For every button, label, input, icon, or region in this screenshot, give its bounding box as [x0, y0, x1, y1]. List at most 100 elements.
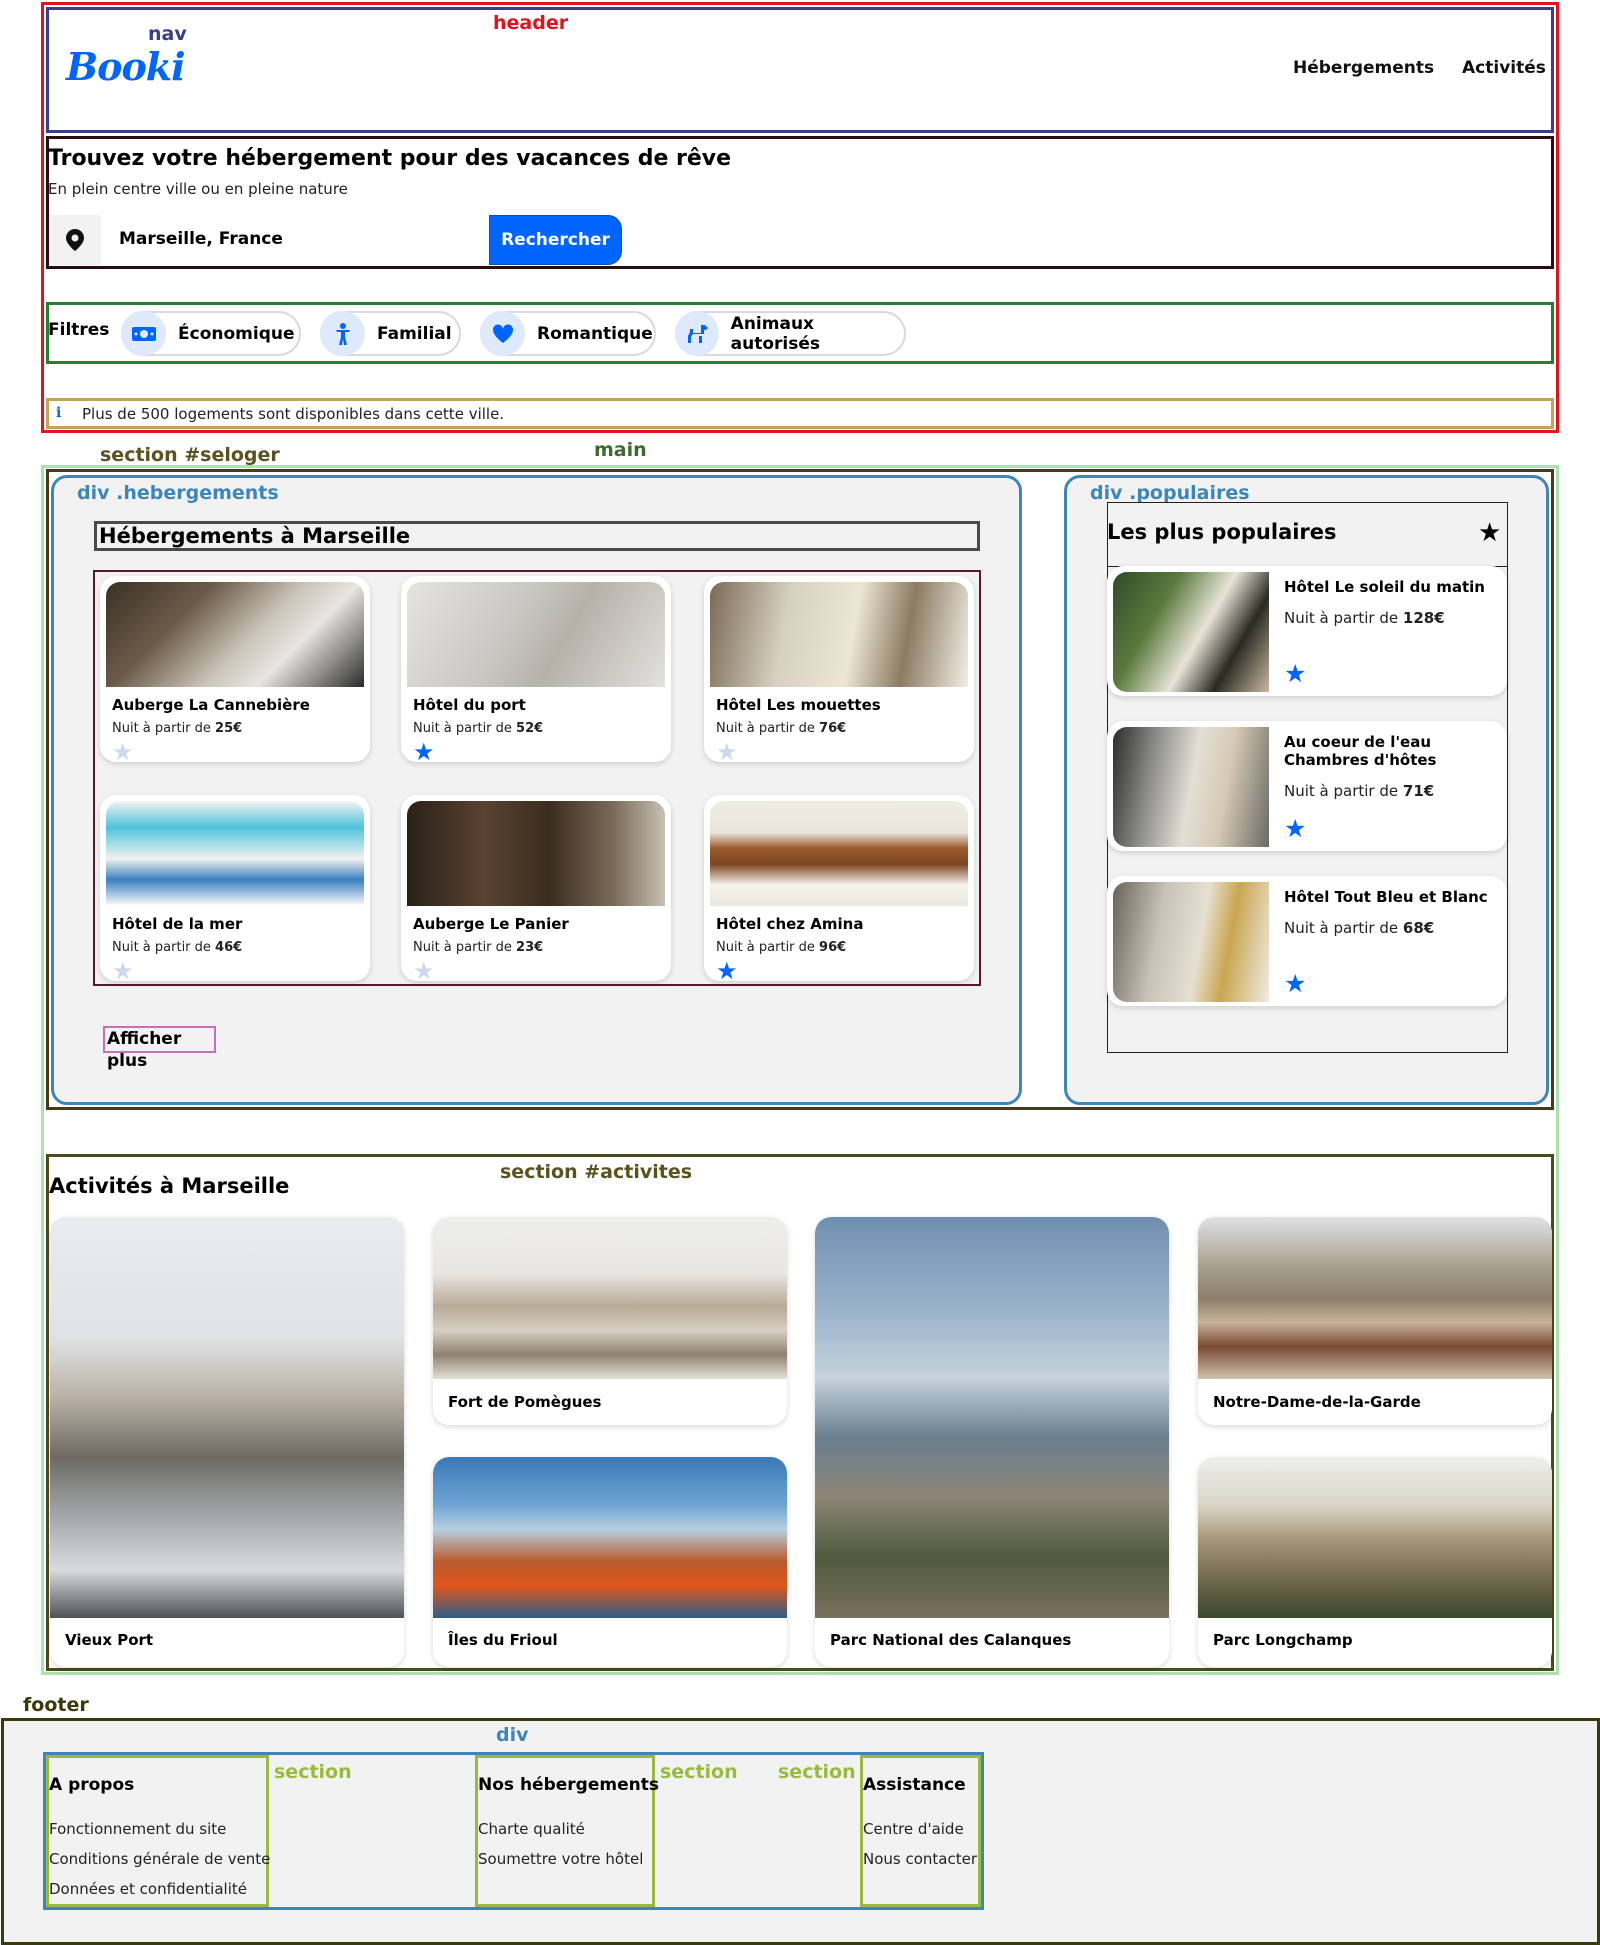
search-input-value[interactable]: Marseille, France [119, 229, 283, 249]
populaire-name: Hôtel Tout Bleu et Blanc [1284, 888, 1488, 906]
nav-link-hebergements[interactable]: Hébergements [1293, 58, 1434, 78]
star-icon: ★ [112, 957, 134, 981]
footer-link[interactable]: Charte qualité [478, 1820, 585, 1838]
activite-name: Îles du Frioul [448, 1631, 558, 1649]
hebergement-card[interactable]: Hôtel Les mouettes Nuit à partir de 76€ … [704, 576, 974, 762]
search-button[interactable]: Rechercher [489, 215, 622, 265]
populaire-name: Hôtel Le soleil du matin [1284, 578, 1485, 596]
filter-animaux[interactable]: Animaux autorisés [675, 311, 906, 356]
booki-logo[interactable]: Booki [66, 44, 186, 89]
star-icon: ★ [1284, 814, 1307, 843]
dog-icon [675, 311, 719, 356]
afficher-plus-button[interactable]: Afficher plus [103, 1026, 216, 1071]
hebergement-card[interactable]: Auberge Le Panier Nuit à partir de 23€ ★ [401, 795, 671, 981]
activite-card[interactable]: Îles du Frioul [433, 1457, 787, 1667]
populaires-title: Les plus populaires [1107, 520, 1337, 544]
nav-link-activites[interactable]: Activités [1462, 58, 1546, 78]
hebergement-name: Hôtel de la mer [112, 915, 243, 933]
filter-familial[interactable]: Familial [320, 311, 461, 356]
activite-name: Fort de Pomègues [448, 1393, 602, 1411]
populaire-card[interactable]: Hôtel Le soleil du matin Nuit à partir d… [1107, 566, 1507, 696]
activite-image [1198, 1457, 1552, 1618]
activite-card[interactable]: Fort de Pomègues [433, 1217, 787, 1425]
info-icon: i [56, 405, 62, 421]
star-icon: ★ [112, 738, 134, 762]
populaire-name: Au coeur de l'eau Chambres d'hôtes [1284, 733, 1437, 769]
hebergement-price: Nuit à partir de 25€ [112, 721, 243, 736]
activite-card[interactable]: Parc National des Calanques [815, 1217, 1169, 1667]
star-icon: ★ [716, 957, 738, 981]
populaire-price: Nuit à partir de 128€ [1284, 609, 1445, 627]
activite-image [50, 1217, 404, 1618]
activites-annotation: section #activites [500, 1161, 693, 1183]
star-icon: ★ [413, 738, 435, 762]
activite-image [815, 1217, 1169, 1618]
star-icon: ★ [1478, 518, 1502, 548]
filter-label: Familial [377, 323, 452, 344]
star-icon: ★ [716, 738, 738, 762]
nav-annotation: nav [148, 23, 187, 45]
hebergement-image [710, 801, 968, 906]
filter-label: Animaux autorisés [730, 313, 821, 354]
filter-label: Romantique [537, 323, 653, 344]
hebergement-image [710, 582, 968, 687]
footer-link[interactable]: Soumettre votre hôtel [478, 1850, 643, 1868]
filter-economique[interactable]: Économique [121, 311, 301, 356]
child-icon [320, 311, 365, 356]
filters-label: Filtres [48, 320, 110, 340]
footer-link[interactable]: Données et confidentialité [49, 1880, 247, 1898]
activite-image [433, 1217, 787, 1379]
populaire-image [1113, 572, 1269, 692]
main-annotation: main [594, 439, 647, 461]
filter-romantique[interactable]: Romantique [480, 311, 656, 356]
hebergement-card[interactable]: Hôtel de la mer Nuit à partir de 46€ ★ [100, 795, 370, 981]
footer-section-title: Nos hébergements [478, 1775, 659, 1795]
section-annotation: section [274, 1761, 352, 1783]
activite-card[interactable]: Parc Longchamp [1198, 1457, 1552, 1667]
hebergement-card[interactable]: Hôtel du port Nuit à partir de 52€ ★ [401, 576, 671, 762]
activite-name: Parc National des Calanques [830, 1631, 1072, 1649]
activite-name: Parc Longchamp [1213, 1631, 1353, 1649]
star-icon: ★ [1284, 969, 1307, 998]
footer-section-title: A propos [49, 1775, 135, 1795]
section-annotation: section [778, 1761, 856, 1783]
populaire-image [1113, 882, 1269, 1002]
hebergement-name: Auberge La Cannebière [112, 696, 310, 714]
section-annotation: section [660, 1761, 738, 1783]
info-text: Plus de 500 logements sont disponibles d… [82, 405, 505, 423]
seloger-annotation: section #seloger [100, 444, 280, 466]
populaire-card[interactable]: Hôtel Tout Bleu et Blanc Nuit à partir d… [1107, 876, 1507, 1006]
hebergement-card[interactable]: Auberge La Cannebière Nuit à partir de 2… [100, 576, 370, 762]
activite-name: Vieux Port [65, 1631, 154, 1649]
heart-icon [480, 311, 525, 356]
populaire-image [1113, 727, 1269, 847]
star-icon: ★ [1284, 659, 1307, 688]
hebergement-image [106, 582, 364, 687]
footer-link[interactable]: Nous contacter [863, 1850, 977, 1868]
activite-card[interactable]: Notre-Dame-de-la-Garde [1198, 1217, 1552, 1425]
footer-link[interactable]: Fonctionnement du site [49, 1820, 226, 1838]
star-icon: ★ [413, 957, 435, 981]
money-icon [121, 311, 166, 356]
hebergements-annotation: div .hebergements [77, 482, 279, 504]
activites-title: Activités à Marseille [49, 1174, 290, 1198]
hebergement-name: Hôtel du port [413, 696, 526, 714]
footer-div-annotation: div [496, 1724, 529, 1746]
hero-title: Trouvez votre hébergement pour des vacan… [48, 146, 732, 171]
populaire-card[interactable]: Au coeur de l'eau Chambres d'hôtes Nuit … [1107, 721, 1507, 851]
hero-subtitle: En plein centre ville ou en pleine natur… [48, 180, 348, 198]
filter-label: Économique [178, 323, 295, 344]
hebergement-name: Hôtel Les mouettes [716, 696, 881, 714]
hebergements-title: Hébergements à Marseille [94, 521, 980, 551]
activite-card[interactable]: Vieux Port [50, 1217, 404, 1667]
footer-link[interactable]: Centre d'aide [863, 1820, 964, 1838]
footer-link[interactable]: Conditions générale de vente [49, 1850, 270, 1868]
hebergement-price: Nuit à partir de 96€ [716, 940, 847, 955]
hebergement-price: Nuit à partir de 76€ [716, 721, 847, 736]
hebergement-price: Nuit à partir de 46€ [112, 940, 243, 955]
hebergement-name: Auberge Le Panier [413, 915, 569, 933]
populaire-price: Nuit à partir de 68€ [1284, 919, 1435, 937]
hebergement-card[interactable]: Hôtel chez Amina Nuit à partir de 96€ ★ [704, 795, 974, 981]
activite-image [1198, 1217, 1552, 1379]
activite-name: Notre-Dame-de-la-Garde [1213, 1393, 1421, 1411]
